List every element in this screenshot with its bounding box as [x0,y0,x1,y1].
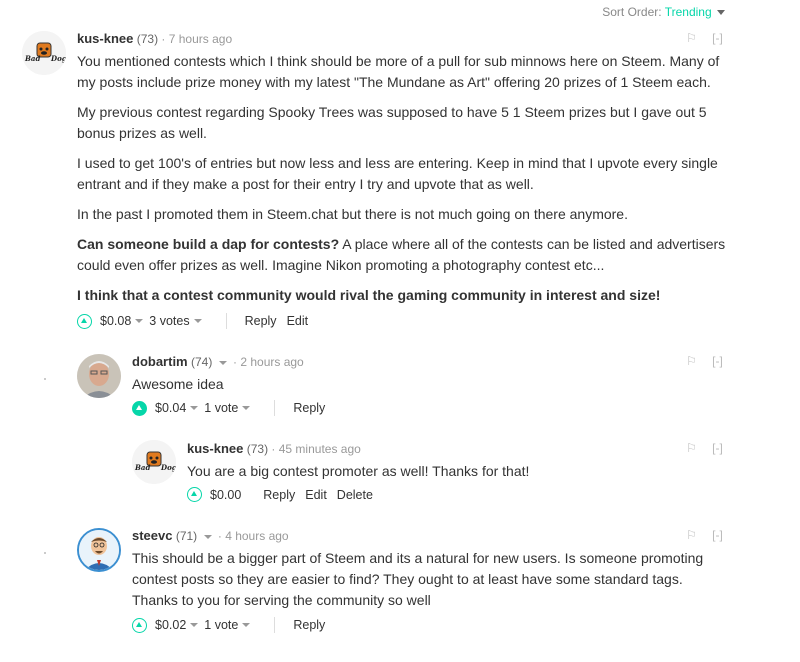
avatar[interactable] [77,354,121,398]
paragraph: I think that a contest community would r… [77,287,661,303]
reply-button[interactable]: Reply [293,401,325,415]
chevron-down-icon[interactable] [190,406,199,410]
payout-value[interactable]: $0.04 [155,401,186,415]
comment-body: You are a big contest promoter as well! … [187,463,530,479]
upvote-icon[interactable] [187,487,202,502]
reply-button[interactable]: Reply [245,314,277,328]
paragraph: I used to get 100's of entries but now l… [77,155,718,192]
delete-button[interactable]: Delete [337,488,373,502]
paragraph: My previous contest regarding Spooky Tre… [77,104,707,141]
chevron-down-icon[interactable] [717,10,725,16]
flag-icon[interactable]: ⚐ [686,441,697,455]
upvote-icon[interactable] [77,313,92,329]
flag-icon[interactable]: ⚐ [686,354,697,368]
comment-timestamp[interactable]: 7 hours ago [169,32,232,46]
edit-button[interactable]: Edit [305,488,327,502]
flag-icon[interactable]: ⚐ [686,31,697,45]
author-name[interactable]: kus-knee [77,31,133,46]
author-reputation: (73) [136,32,159,46]
edit-button[interactable]: Edit [287,314,309,328]
comment-timestamp[interactable]: 45 minutes ago [279,442,361,456]
payout-value[interactable]: $0.08 [100,314,131,328]
author-reputation: (71) [175,529,198,543]
author-name[interactable]: dobartim [132,354,188,369]
comment-body: Awesome idea [132,376,224,392]
reply-button[interactable]: Reply [263,488,295,502]
paragraph: Can someone build a dap for contests? A … [77,236,726,273]
sort-order-value[interactable]: Trending [665,5,712,19]
chevron-down-icon[interactable] [203,534,212,539]
chevron-down-icon[interactable] [135,319,144,323]
paragraph: You mentioned contests which I think sho… [77,53,720,90]
votes-count[interactable]: 3 votes [149,314,189,328]
comment-body: You mentioned contests which I think sho… [77,51,727,315]
avatar[interactable] [77,528,121,572]
author-reputation: (73) [246,442,269,456]
comment-timestamp[interactable]: 4 hours ago [225,529,288,543]
svg-text:Dog: Dog [50,54,66,63]
upvote-icon[interactable] [132,617,147,633]
chevron-down-icon[interactable] [193,319,202,323]
author-name[interactable]: kus-knee [187,441,243,456]
collapse-button[interactable]: [-] [712,441,723,455]
payout-value[interactable]: $0.00 [210,488,241,502]
collapse-button[interactable]: [-] [712,354,723,368]
votes-count[interactable]: 1 vote [204,618,238,632]
svg-text:Bad: Bad [24,54,40,63]
collapse-button[interactable]: [-] [712,31,723,45]
comment-body: This should be a bigger part of Steem an… [132,550,704,608]
upvote-icon[interactable] [132,400,147,416]
reply-button[interactable]: Reply [293,618,325,632]
sort-order[interactable]: Sort Order: Trending [602,5,725,19]
avatar[interactable]: Bad Dog [132,440,176,484]
payout-value[interactable]: $0.02 [155,618,186,632]
collapse-button[interactable]: [-] [712,528,723,542]
author-name[interactable]: steevc [132,528,172,543]
votes-count[interactable]: 1 vote [204,401,238,415]
paragraph: In the past I promoted them in Steem.cha… [77,206,628,222]
chevron-down-icon[interactable] [190,623,199,627]
avatar[interactable]: Bad Dog [22,31,66,75]
comment-timestamp[interactable]: 2 hours ago [240,355,303,369]
sort-order-label: Sort Order: [602,5,662,19]
chevron-down-icon[interactable] [242,406,251,410]
chevron-down-icon[interactable] [218,360,227,365]
author-reputation: (74) [190,355,213,369]
chevron-down-icon[interactable] [242,623,251,627]
svg-text:Bad: Bad [134,463,150,472]
flag-icon[interactable]: ⚐ [686,528,697,542]
svg-text:Dog: Dog [160,463,176,472]
